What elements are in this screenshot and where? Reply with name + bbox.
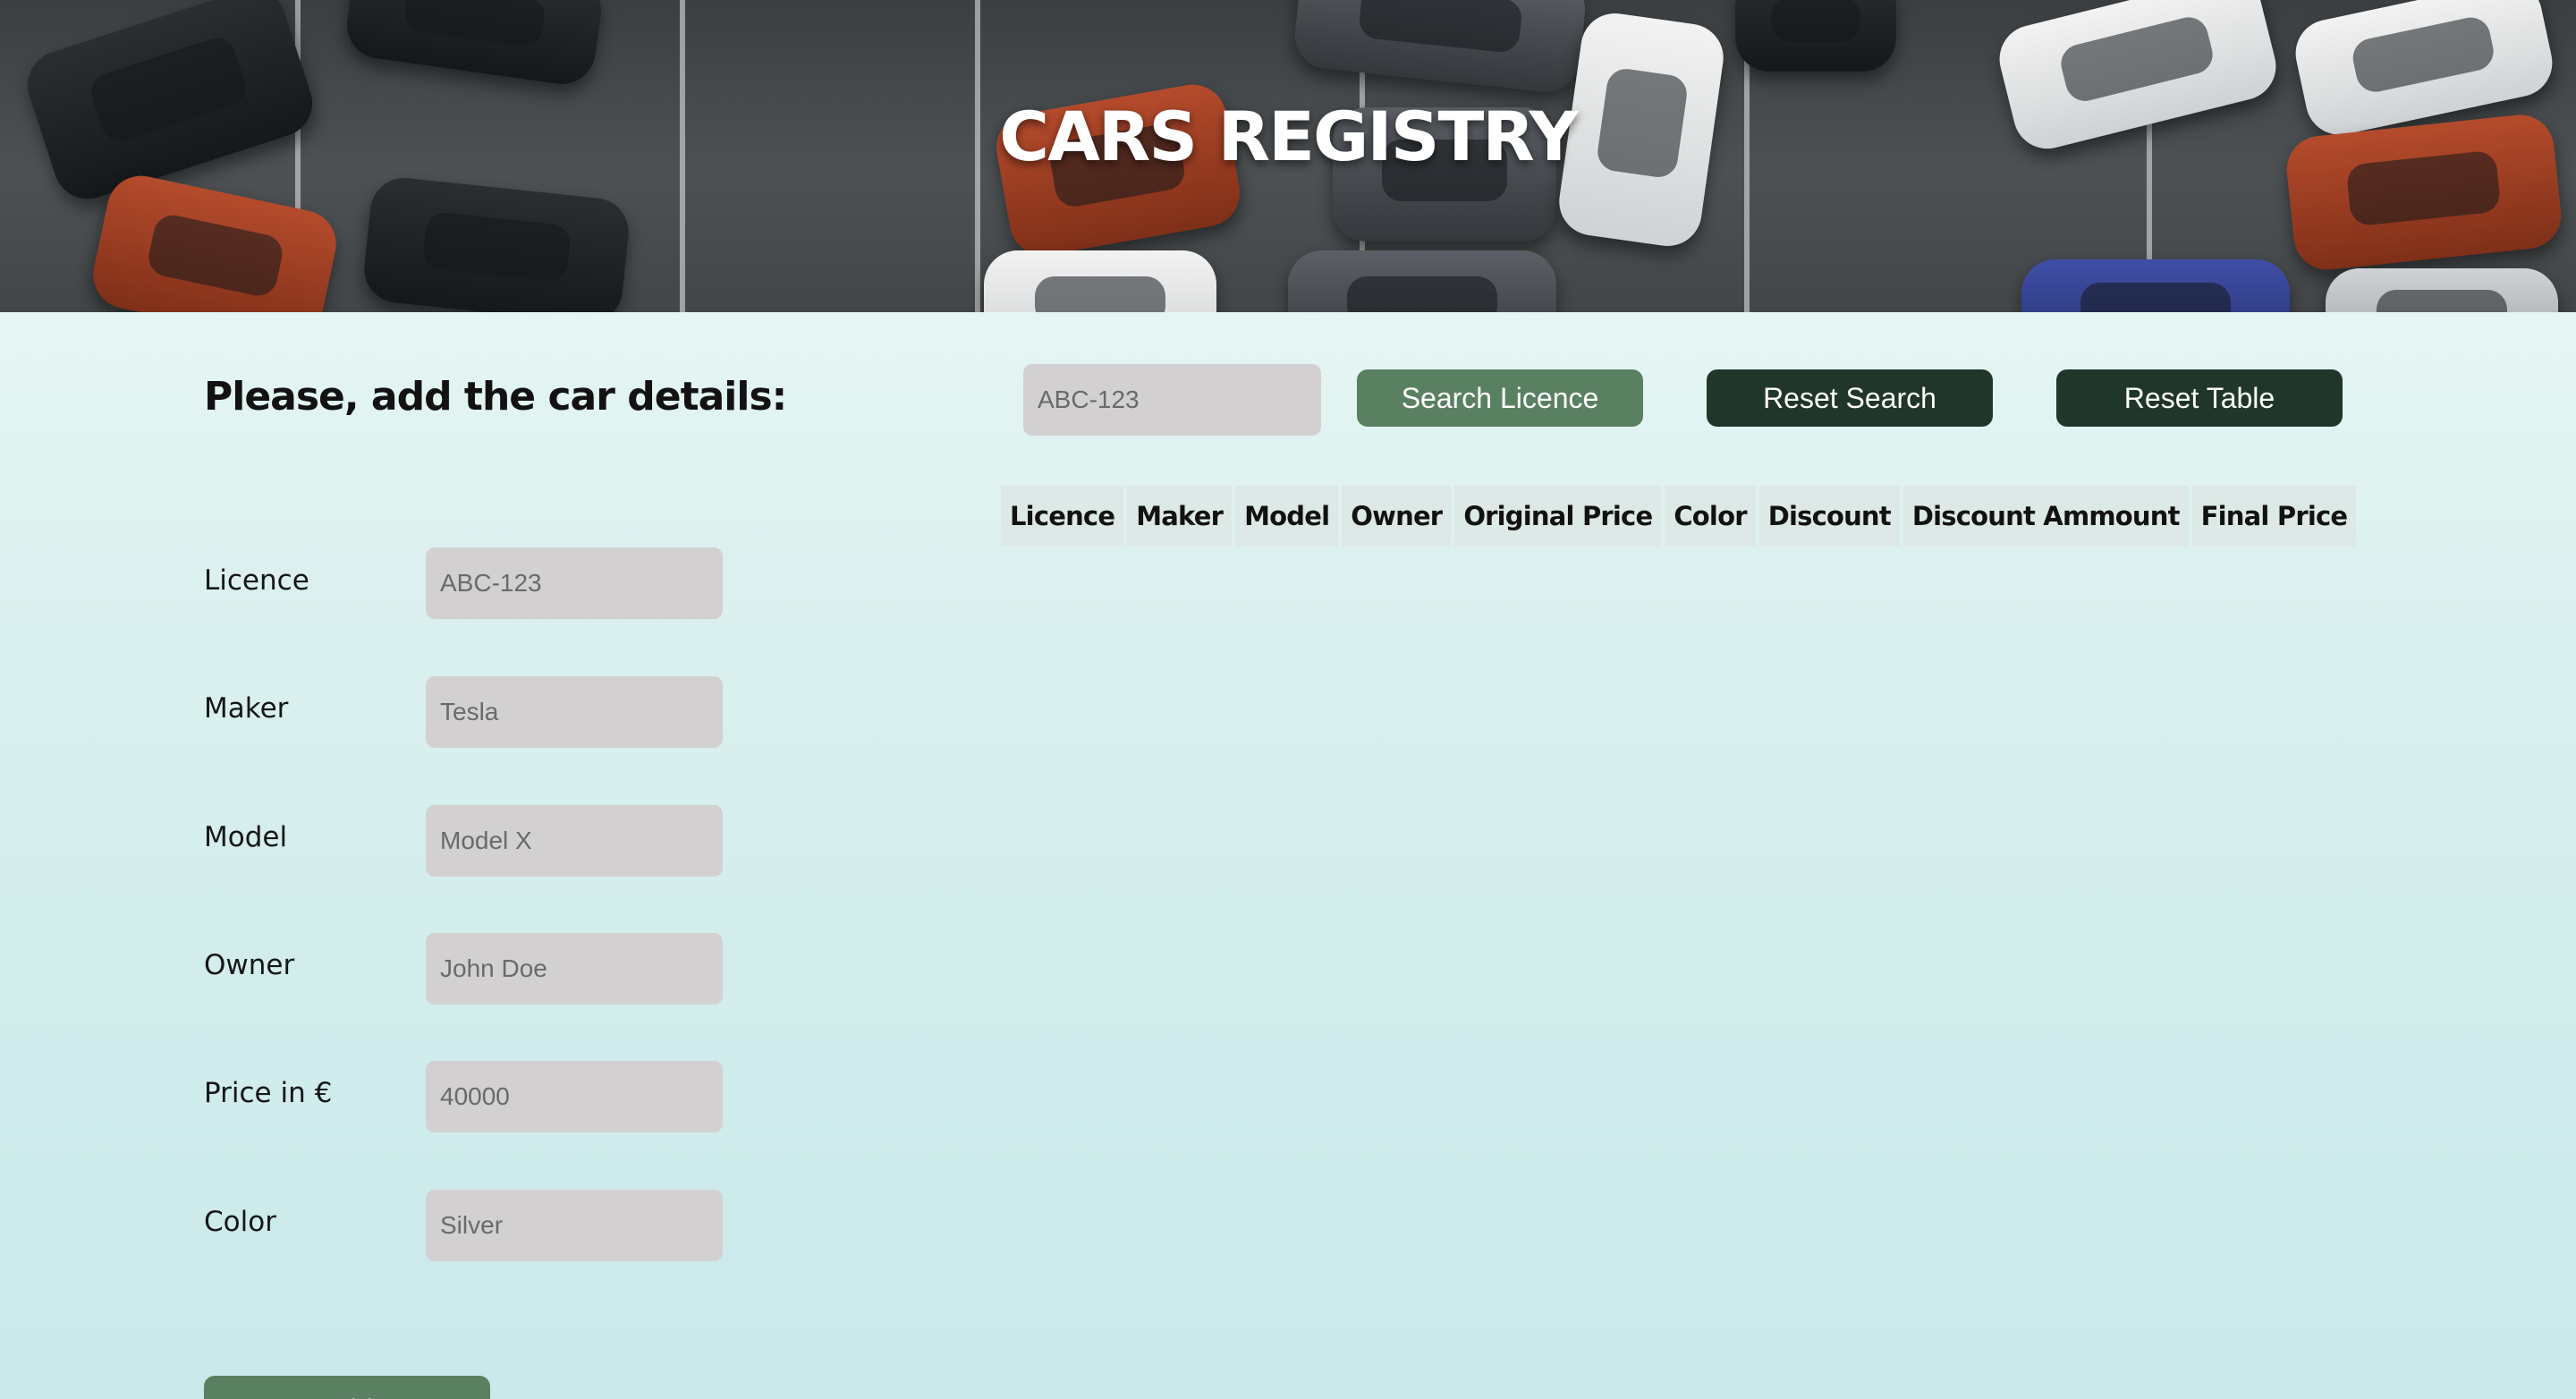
car-image [360,174,632,312]
cars-table: Licence Maker Model Owner Original Price… [997,486,2360,547]
price-label: Price in € [204,1077,333,1109]
car-image [984,250,1216,312]
car-image [87,169,343,312]
price-input[interactable] [426,1061,723,1132]
form-title: Please, add the car details: [204,374,787,420]
licence-input[interactable] [426,547,723,619]
owner-input[interactable] [426,933,723,1005]
column-header-color: Color [1665,486,1756,547]
reset-table-button[interactable]: Reset Table [2056,369,2343,427]
car-image [1735,0,1896,72]
table-header-row: Licence Maker Model Owner Original Price… [1001,486,2357,547]
reset-search-button[interactable]: Reset Search [1707,369,1993,427]
column-header-maker: Maker [1127,486,1233,547]
owner-label: Owner [204,949,295,981]
color-input[interactable] [426,1190,723,1261]
page-title: CARS REGISTRY [999,97,1578,176]
color-label: Color [204,1206,276,1238]
column-header-original-price: Original Price [1454,486,1662,547]
column-header-final-price: Final Price [2191,486,2357,547]
licence-label: Licence [204,564,309,597]
search-licence-input[interactable] [1023,364,1321,436]
hero-banner: CARS REGISTRY [0,0,2576,312]
column-header-discount: Discount [1758,486,1900,547]
column-header-discount-ammount: Discount Ammount [1902,486,2189,547]
search-licence-button[interactable]: Search Licence [1357,369,1643,427]
car-image [1292,0,1589,96]
column-header-licence: Licence [1001,486,1124,547]
maker-label: Maker [204,692,289,725]
column-header-owner: Owner [1342,486,1452,547]
model-label: Model [204,821,288,853]
car-image [1288,250,1556,312]
car-image [2021,259,2290,312]
column-header-model: Model [1235,486,1339,547]
add-button[interactable]: Add [204,1376,490,1399]
car-image [2326,268,2558,312]
car-image [343,0,606,89]
model-input[interactable] [426,805,723,877]
page: CARS REGISTRY Please, add the car detail… [0,0,2576,1399]
maker-input[interactable] [426,676,723,748]
